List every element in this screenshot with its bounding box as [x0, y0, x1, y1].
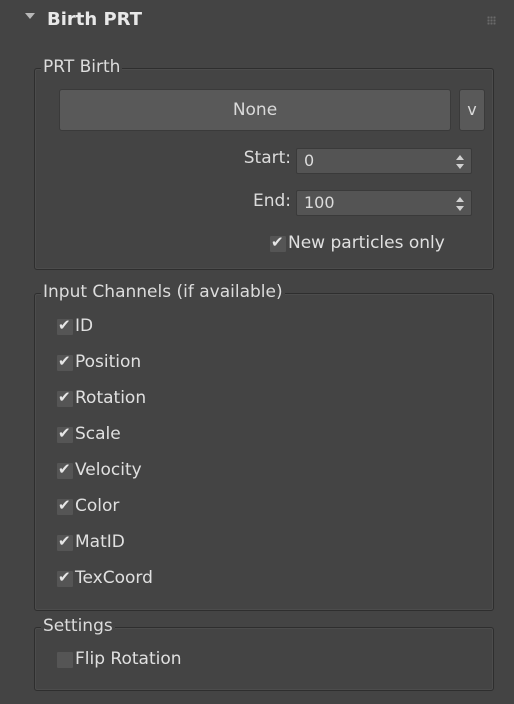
checkmark-icon: ✔ [58, 532, 71, 550]
triangle-down-icon[interactable] [25, 13, 35, 19]
checkbox-box[interactable]: ✔ [57, 496, 73, 515]
channel-label: MatID [75, 532, 125, 552]
grip-icon[interactable] [487, 16, 496, 25]
channel-label: Color [75, 496, 120, 516]
start-label: Start: [243, 148, 291, 168]
channel-label: Scale [75, 424, 121, 444]
checkmark-icon: ✔ [58, 424, 71, 442]
start-spinner[interactable]: 0 [296, 148, 472, 174]
checkbox-box[interactable]: ✔ [57, 316, 73, 335]
pick-prt-none-button[interactable]: None [59, 89, 451, 131]
input-channels-group-title: Input Channels (if available) [41, 282, 285, 302]
channel-label: Rotation [75, 388, 147, 408]
checkmark-icon: ✔ [58, 496, 71, 514]
checkbox-box[interactable]: ✔ [57, 460, 73, 479]
checkmark-icon: ✔ [58, 388, 71, 406]
spinner-arrows-icon[interactable] [456, 155, 464, 169]
checkbox-box[interactable]: ✔ [57, 424, 73, 443]
input-channels-group: Input Channels (if available) ✔ ID ✔ Pos… [34, 282, 494, 611]
channel-label: ID [75, 316, 94, 336]
end-label: End: [252, 191, 291, 211]
checkbox-box[interactable] [57, 652, 73, 668]
checkbox-box[interactable]: ✔ [57, 388, 73, 407]
prt-birth-group: PRT Birth None v Start: 0 End: 100 ✔ New… [34, 57, 494, 270]
checkbox-box[interactable]: ✔ [270, 233, 286, 252]
channel-label: Velocity [75, 460, 142, 480]
settings-group-title: Settings [41, 616, 115, 636]
new-particles-only-label: New particles only [288, 233, 445, 253]
channel-label: TexCoord [75, 568, 153, 588]
spinner-arrows-icon[interactable] [456, 197, 464, 211]
checkbox-box[interactable]: ✔ [57, 352, 73, 371]
rollout-header[interactable]: Birth PRT [5, 0, 508, 44]
checkmark-icon: ✔ [271, 233, 284, 251]
checkbox-box[interactable]: ✔ [57, 568, 73, 587]
birth-prt-rollout: Birth PRT PRT Birth None v Start: 0 End:… [5, 0, 508, 704]
flip-rotation-label: Flip Rotation [75, 649, 182, 669]
checkmark-icon: ✔ [58, 460, 71, 478]
end-spinner[interactable]: 100 [296, 190, 472, 216]
checkmark-icon: ✔ [58, 568, 71, 586]
checkmark-icon: ✔ [58, 352, 71, 370]
start-value[interactable]: 0 [304, 151, 314, 170]
channel-label: Position [75, 352, 142, 372]
checkmark-icon: ✔ [58, 316, 71, 334]
rollout-title: Birth PRT [47, 9, 142, 30]
checkbox-box[interactable]: ✔ [57, 532, 73, 551]
prt-birth-group-title: PRT Birth [41, 57, 123, 77]
prt-dropdown-button[interactable]: v [459, 89, 485, 131]
end-value[interactable]: 100 [304, 193, 335, 212]
settings-group: Settings Flip Rotation [34, 616, 494, 691]
